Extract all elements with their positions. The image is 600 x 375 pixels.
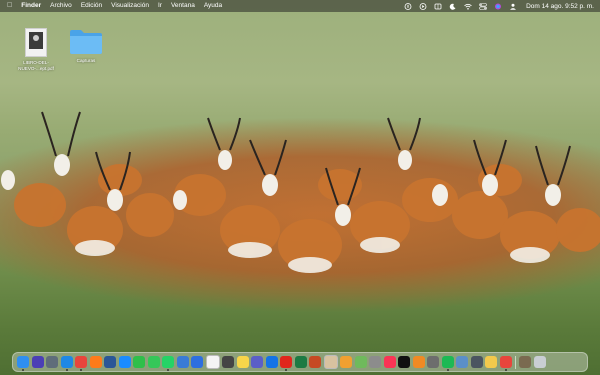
launchpad-icon[interactable] bbox=[46, 356, 58, 368]
menu-visualizacion[interactable]: Visualización bbox=[111, 0, 149, 12]
chrome-alt-icon[interactable] bbox=[499, 356, 512, 371]
folder-icon bbox=[69, 28, 103, 55]
chrome-icon[interactable] bbox=[75, 356, 87, 371]
word-icon[interactable] bbox=[104, 356, 116, 368]
outlook-icon[interactable] bbox=[265, 356, 278, 368]
messages-icon[interactable] bbox=[147, 356, 160, 368]
teams-icon[interactable] bbox=[251, 356, 263, 368]
running-indicator bbox=[22, 369, 24, 371]
wifi-icon[interactable] bbox=[464, 3, 472, 10]
keynote-icon[interactable] bbox=[191, 356, 203, 368]
menu-finder[interactable]: Finder bbox=[21, 0, 41, 12]
notes-icon[interactable] bbox=[236, 356, 249, 368]
powerpoint-icon[interactable] bbox=[309, 356, 321, 368]
display-icon[interactable] bbox=[470, 356, 483, 368]
calendar-icon[interactable] bbox=[205, 355, 220, 369]
maps-icon[interactable] bbox=[354, 356, 367, 368]
pdf-file-icon bbox=[25, 28, 47, 57]
running-indicator bbox=[167, 369, 169, 371]
running-indicator bbox=[504, 369, 507, 371]
acrobat-icon[interactable] bbox=[280, 356, 292, 371]
running-indicator bbox=[446, 369, 449, 371]
control-icon[interactable] bbox=[434, 3, 442, 10]
notes-app-icon[interactable] bbox=[485, 356, 497, 368]
books-icon[interactable] bbox=[412, 356, 425, 368]
tools-icon[interactable] bbox=[369, 356, 381, 368]
menu-ir[interactable]: Ir bbox=[158, 0, 162, 12]
desktop-item-folder-capturas[interactable]: Capturas bbox=[62, 28, 110, 64]
mail-icon[interactable] bbox=[176, 356, 189, 368]
desktop-item-pdf[interactable]: LIBRO-DEL-NUEVO-...ept.pdf bbox=[12, 28, 60, 72]
desktop-item-label: LIBRO-DEL-NUEVO-...ept.pdf bbox=[18, 60, 54, 71]
apple-logo-icon[interactable]:  bbox=[7, 0, 12, 12]
system-preferences-icon[interactable] bbox=[427, 356, 439, 368]
downloads-stack-icon[interactable] bbox=[519, 356, 531, 368]
siri-icon[interactable] bbox=[31, 356, 44, 368]
menu-edicion[interactable]: Edición bbox=[81, 0, 102, 12]
user-icon[interactable] bbox=[509, 3, 517, 10]
excel-icon[interactable] bbox=[294, 356, 307, 368]
calculator-icon[interactable] bbox=[222, 356, 234, 368]
menu-ventana[interactable]: Ventana bbox=[171, 0, 195, 12]
safari-icon[interactable] bbox=[60, 356, 73, 371]
finder-icon[interactable] bbox=[17, 356, 29, 371]
facetime-icon[interactable] bbox=[133, 356, 145, 368]
desktop-item-label: Capturas bbox=[76, 58, 96, 63]
dock-separator bbox=[515, 355, 516, 369]
contacts-icon[interactable] bbox=[323, 355, 338, 369]
running-indicator bbox=[65, 369, 68, 371]
preview-icon[interactable] bbox=[456, 356, 468, 368]
menu-ayuda[interactable]: Ayuda bbox=[204, 0, 222, 12]
tv-icon[interactable] bbox=[398, 356, 410, 368]
menu-bar-clock[interactable]: Dom 14 ago. 9:52 p. m. bbox=[526, 3, 594, 10]
running-indicator bbox=[80, 369, 82, 371]
music-icon[interactable] bbox=[383, 356, 396, 368]
menu-bar:  Finder Archivo Edición Visualización I… bbox=[0, 0, 600, 12]
dock bbox=[12, 352, 588, 372]
menu-archivo[interactable]: Archivo bbox=[50, 0, 72, 12]
trash-icon[interactable] bbox=[533, 356, 546, 368]
spotify-icon[interactable] bbox=[441, 356, 454, 371]
battery-status-icon[interactable] bbox=[404, 2, 412, 10]
menu-bar-status-area: Dom 14 ago. 9:52 p. m. bbox=[397, 0, 594, 12]
moon-icon[interactable] bbox=[449, 3, 457, 10]
photos-icon[interactable] bbox=[340, 356, 352, 368]
app-store-icon[interactable] bbox=[118, 356, 131, 368]
control-center-icon[interactable] bbox=[479, 2, 487, 10]
siri-icon[interactable] bbox=[494, 3, 502, 10]
whatsapp-icon[interactable] bbox=[162, 356, 174, 371]
running-indicator bbox=[285, 369, 287, 371]
play-icon[interactable] bbox=[419, 2, 427, 10]
firefox-icon[interactable] bbox=[89, 356, 102, 368]
